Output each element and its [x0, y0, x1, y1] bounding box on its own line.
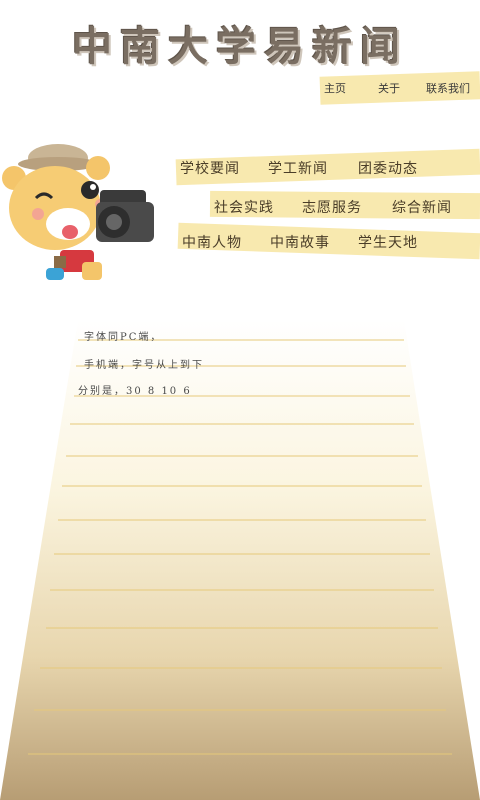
nav-contact-link[interactable]: 联系我们: [426, 80, 470, 96]
cat-social-practice[interactable]: 社会实践: [214, 197, 274, 217]
note-line-2: 手机端，字号从上到下: [84, 360, 204, 371]
cat-general-news[interactable]: 综合新闻: [392, 197, 452, 217]
cat-school-news[interactable]: 学校要闻: [180, 158, 240, 178]
lined-paper: [0, 320, 480, 800]
nav-home-link[interactable]: 主页: [324, 80, 346, 96]
cat-student-work-news[interactable]: 学工新闻: [268, 158, 328, 178]
note-line-3: 分别是，30 8 10 6: [78, 386, 192, 397]
cat-student-world[interactable]: 学生天地: [358, 232, 418, 252]
note-line-1: 字体同PC端，: [84, 332, 163, 343]
cat-csu-people[interactable]: 中南人物: [182, 232, 242, 252]
app-title: 中南大学易新闻: [72, 23, 408, 70]
cat-youth-league[interactable]: 团委动态: [358, 158, 418, 178]
mascot-bear-camera-icon: [2, 144, 154, 280]
cat-csu-stories[interactable]: 中南故事: [270, 232, 330, 252]
nav-about-link[interactable]: 关于: [378, 80, 400, 96]
cat-volunteer[interactable]: 志愿服务: [302, 197, 362, 217]
